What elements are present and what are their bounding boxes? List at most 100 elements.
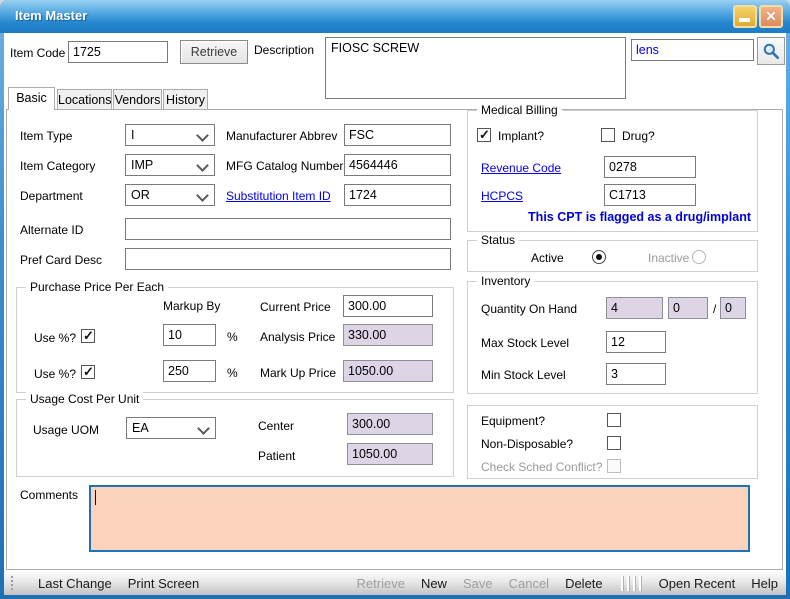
percent-sign-2: % — [227, 366, 238, 380]
status-inactive-label: Inactive — [648, 251, 689, 265]
use-pct-label-1: Use %? — [34, 331, 76, 345]
substitution-item-id-input[interactable] — [344, 184, 451, 206]
status-inactive-radio[interactable] — [692, 250, 706, 264]
usage-uom-select[interactable]: EA — [126, 417, 216, 439]
tab-history-label: History — [166, 93, 205, 107]
patient-cost-input — [347, 443, 433, 465]
item-category-label: Item Category — [20, 159, 95, 173]
usage-uom-label: Usage UOM — [33, 423, 99, 437]
max-stock-level-label: Max Stock Level — [481, 336, 569, 350]
tab-basic[interactable]: Basic — [8, 87, 55, 110]
chevron-down-icon — [196, 159, 209, 172]
quantity-on-hand-input — [606, 297, 663, 319]
chevron-down-icon — [197, 422, 210, 435]
item-category-select[interactable]: IMP — [125, 154, 215, 176]
revenue-code-link[interactable]: Revenue Code — [481, 161, 561, 175]
item-type-label: Item Type — [20, 129, 72, 143]
status-group: Status — [467, 240, 758, 272]
tab-locations-label: Locations — [58, 93, 112, 107]
tab-basic-label: Basic — [16, 91, 47, 105]
help-button[interactable]: Help — [751, 576, 778, 591]
last-change-button[interactable]: Last Change — [38, 576, 112, 591]
status-active-label: Active — [531, 251, 564, 265]
center-cost-input — [347, 413, 433, 435]
inventory-title: Inventory — [477, 274, 534, 288]
description-textarea[interactable]: FIOSC SCREW — [325, 37, 626, 99]
hcpcs-input[interactable] — [604, 184, 696, 206]
revenue-code-input[interactable] — [604, 156, 696, 178]
tab-locations[interactable]: Locations — [57, 89, 112, 110]
use-pct-checkbox-1[interactable] — [81, 329, 95, 343]
item-code-input[interactable] — [68, 41, 168, 63]
minimize-button[interactable] — [733, 5, 757, 28]
pref-card-desc-input[interactable] — [125, 248, 451, 270]
check-sched-conflict-checkbox — [607, 459, 621, 473]
tab-history[interactable]: History — [163, 89, 208, 110]
markup-percent-input-2[interactable] — [163, 360, 216, 382]
implant-label: Implant? — [498, 129, 544, 143]
window-title: Item Master — [15, 8, 87, 23]
chevron-down-icon — [196, 189, 209, 202]
drug-checkbox[interactable] — [601, 128, 615, 142]
max-stock-level-input[interactable] — [606, 331, 666, 353]
alternate-id-input[interactable] — [125, 218, 451, 240]
close-button[interactable]: ✕ — [759, 5, 783, 28]
cancel-button: Cancel — [509, 576, 549, 591]
item-type-select[interactable]: I — [125, 124, 215, 146]
usage-uom-value: EA — [132, 421, 149, 435]
markup-price-label: Mark Up Price — [260, 366, 336, 380]
quantity-on-hand-label: Quantity On Hand — [481, 302, 577, 316]
mfg-catalog-number-input[interactable] — [344, 154, 451, 176]
search-button[interactable] — [757, 37, 785, 65]
delete-button[interactable]: Delete — [565, 576, 603, 591]
non-disposable-label: Non-Disposable? — [481, 437, 573, 451]
department-label: Department — [20, 189, 83, 203]
item-category-value: IMP — [131, 158, 153, 172]
use-pct-checkbox-2[interactable] — [81, 365, 95, 379]
comments-textarea[interactable] — [89, 485, 750, 552]
usage-cost-group: Usage Cost Per Unit — [16, 399, 454, 477]
new-button[interactable]: New — [421, 576, 447, 591]
status-active-radio[interactable] — [592, 250, 606, 264]
tab-vendors[interactable]: Vendors — [113, 89, 162, 110]
retrieve-button[interactable]: Retrieve — [180, 40, 248, 64]
implant-checkbox[interactable] — [477, 128, 491, 142]
min-stock-level-input[interactable] — [606, 363, 666, 385]
hcpcs-link[interactable]: HCPCS — [481, 189, 523, 203]
print-screen-button[interactable]: Print Screen — [128, 576, 200, 591]
check-sched-conflict-label: Check Sched Conflict? — [481, 460, 602, 474]
search-input[interactable] — [631, 39, 754, 61]
department-value: OR — [131, 188, 150, 202]
markup-percent-input-1[interactable] — [163, 324, 216, 346]
item-code-label: Item Code — [10, 46, 65, 60]
grip-handle-icon — [10, 575, 14, 591]
save-button: Save — [463, 576, 493, 591]
non-disposable-checkbox[interactable] — [607, 436, 621, 450]
chevron-down-icon — [196, 129, 209, 142]
mfg-catalog-number-label: MFG Catalog Number — [226, 159, 343, 173]
comments-label: Comments — [20, 488, 78, 502]
center-label: Center — [258, 419, 294, 433]
patient-label: Patient — [258, 449, 295, 463]
analysis-price-label: Analysis Price — [260, 330, 335, 344]
drug-label: Drug? — [622, 129, 655, 143]
department-select[interactable]: OR — [125, 184, 215, 206]
use-pct-label-2: Use %? — [34, 367, 76, 381]
equipment-checkbox[interactable] — [607, 413, 621, 427]
manufacturer-abbrev-input[interactable] — [344, 124, 451, 146]
quantity-on-hand-input-3 — [720, 297, 746, 319]
open-recent-button[interactable]: Open Recent — [659, 576, 736, 591]
alternate-id-label: Alternate ID — [20, 223, 83, 237]
item-master-window: Item Master ✕ Item Code Retrieve Descrip… — [0, 0, 790, 599]
description-label: Description — [254, 43, 314, 57]
analysis-price-input — [343, 324, 433, 346]
min-stock-level-label: Min Stock Level — [481, 368, 566, 382]
purchase-price-title: Purchase Price Per Each — [26, 280, 168, 294]
current-price-label: Current Price — [260, 300, 331, 314]
current-price-input[interactable] — [343, 295, 433, 317]
retrieve-status-button: Retrieve — [357, 576, 405, 591]
markup-by-label: Markup By — [163, 299, 220, 313]
description-value: FIOSC SCREW — [331, 41, 419, 55]
title-bar[interactable]: Item Master ✕ — [0, 0, 790, 33]
substitution-item-id-link[interactable]: Substitution Item ID — [226, 189, 331, 203]
